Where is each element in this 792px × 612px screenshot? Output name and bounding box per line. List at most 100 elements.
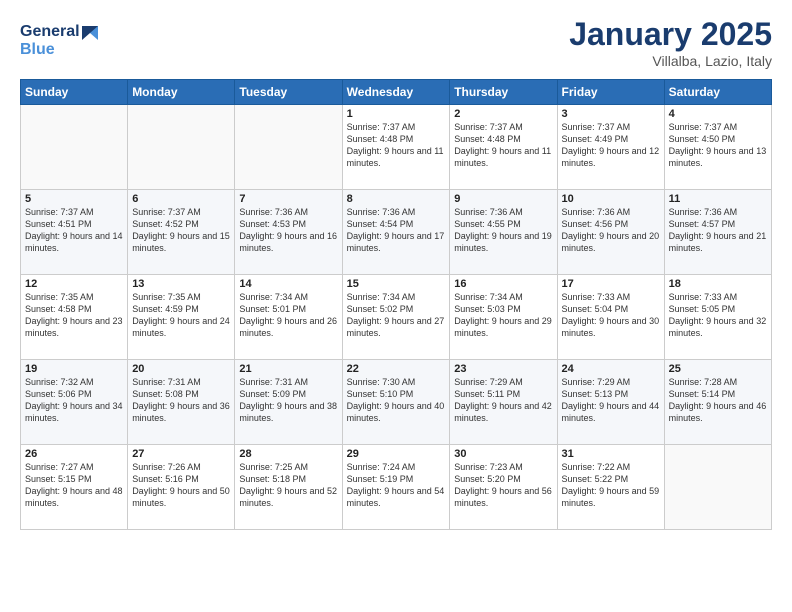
day-info: Sunrise: 7:34 AMSunset: 5:02 PMDaylight:… bbox=[347, 291, 446, 340]
calendar-cell bbox=[21, 105, 128, 190]
col-wednesday: Wednesday bbox=[342, 80, 450, 105]
calendar-cell: 1Sunrise: 7:37 AMSunset: 4:48 PMDaylight… bbox=[342, 105, 450, 190]
day-info: Sunrise: 7:33 AMSunset: 5:04 PMDaylight:… bbox=[562, 291, 660, 340]
day-number: 3 bbox=[562, 108, 660, 120]
day-number: 16 bbox=[454, 278, 552, 290]
day-number: 14 bbox=[239, 278, 337, 290]
day-number: 29 bbox=[347, 448, 446, 460]
day-info: Sunrise: 7:32 AMSunset: 5:06 PMDaylight:… bbox=[25, 376, 123, 425]
day-info: Sunrise: 7:36 AMSunset: 4:56 PMDaylight:… bbox=[562, 206, 660, 255]
day-info: Sunrise: 7:37 AMSunset: 4:48 PMDaylight:… bbox=[347, 121, 446, 170]
calendar-cell: 7Sunrise: 7:36 AMSunset: 4:53 PMDaylight… bbox=[235, 190, 342, 275]
day-info: Sunrise: 7:33 AMSunset: 5:05 PMDaylight:… bbox=[669, 291, 767, 340]
location: Villalba, Lazio, Italy bbox=[569, 53, 772, 69]
day-info: Sunrise: 7:37 AMSunset: 4:49 PMDaylight:… bbox=[562, 121, 660, 170]
month-title: January 2025 bbox=[569, 16, 772, 53]
day-number: 24 bbox=[562, 363, 660, 375]
day-number: 5 bbox=[25, 193, 123, 205]
calendar-table: Sunday Monday Tuesday Wednesday Thursday… bbox=[20, 79, 772, 530]
calendar-cell: 29Sunrise: 7:24 AMSunset: 5:19 PMDayligh… bbox=[342, 445, 450, 530]
col-friday: Friday bbox=[557, 80, 664, 105]
day-number: 7 bbox=[239, 193, 337, 205]
calendar-week-3: 12Sunrise: 7:35 AMSunset: 4:58 PMDayligh… bbox=[21, 275, 772, 360]
day-info: Sunrise: 7:34 AMSunset: 5:01 PMDaylight:… bbox=[239, 291, 337, 340]
day-number: 17 bbox=[562, 278, 660, 290]
day-number: 31 bbox=[562, 448, 660, 460]
calendar-cell: 3Sunrise: 7:37 AMSunset: 4:49 PMDaylight… bbox=[557, 105, 664, 190]
day-info: Sunrise: 7:29 AMSunset: 5:11 PMDaylight:… bbox=[454, 376, 552, 425]
day-info: Sunrise: 7:36 AMSunset: 4:57 PMDaylight:… bbox=[669, 206, 767, 255]
calendar-cell: 5Sunrise: 7:37 AMSunset: 4:51 PMDaylight… bbox=[21, 190, 128, 275]
calendar-cell: 28Sunrise: 7:25 AMSunset: 5:18 PMDayligh… bbox=[235, 445, 342, 530]
calendar-cell: 20Sunrise: 7:31 AMSunset: 5:08 PMDayligh… bbox=[128, 360, 235, 445]
calendar-cell: 22Sunrise: 7:30 AMSunset: 5:10 PMDayligh… bbox=[342, 360, 450, 445]
day-number: 1 bbox=[347, 108, 446, 120]
calendar-cell: 25Sunrise: 7:28 AMSunset: 5:14 PMDayligh… bbox=[664, 360, 771, 445]
day-info: Sunrise: 7:23 AMSunset: 5:20 PMDaylight:… bbox=[454, 461, 552, 510]
calendar-cell: 2Sunrise: 7:37 AMSunset: 4:48 PMDaylight… bbox=[450, 105, 557, 190]
calendar-week-1: 1Sunrise: 7:37 AMSunset: 4:48 PMDaylight… bbox=[21, 105, 772, 190]
calendar-cell bbox=[128, 105, 235, 190]
day-info: Sunrise: 7:29 AMSunset: 5:13 PMDaylight:… bbox=[562, 376, 660, 425]
calendar-cell: 17Sunrise: 7:33 AMSunset: 5:04 PMDayligh… bbox=[557, 275, 664, 360]
calendar-cell: 31Sunrise: 7:22 AMSunset: 5:22 PMDayligh… bbox=[557, 445, 664, 530]
day-info: Sunrise: 7:37 AMSunset: 4:50 PMDaylight:… bbox=[669, 121, 767, 170]
header-row: Sunday Monday Tuesday Wednesday Thursday… bbox=[21, 80, 772, 105]
header: General Blue January 2025 Villalba, Lazi… bbox=[20, 16, 772, 69]
calendar-cell: 11Sunrise: 7:36 AMSunset: 4:57 PMDayligh… bbox=[664, 190, 771, 275]
day-number: 21 bbox=[239, 363, 337, 375]
day-number: 15 bbox=[347, 278, 446, 290]
calendar-cell: 21Sunrise: 7:31 AMSunset: 5:09 PMDayligh… bbox=[235, 360, 342, 445]
day-number: 22 bbox=[347, 363, 446, 375]
calendar-cell: 14Sunrise: 7:34 AMSunset: 5:01 PMDayligh… bbox=[235, 275, 342, 360]
day-number: 25 bbox=[669, 363, 767, 375]
calendar-cell: 6Sunrise: 7:37 AMSunset: 4:52 PMDaylight… bbox=[128, 190, 235, 275]
calendar-cell: 24Sunrise: 7:29 AMSunset: 5:13 PMDayligh… bbox=[557, 360, 664, 445]
calendar-week-2: 5Sunrise: 7:37 AMSunset: 4:51 PMDaylight… bbox=[21, 190, 772, 275]
col-monday: Monday bbox=[128, 80, 235, 105]
day-info: Sunrise: 7:24 AMSunset: 5:19 PMDaylight:… bbox=[347, 461, 446, 510]
day-number: 11 bbox=[669, 193, 767, 205]
day-number: 4 bbox=[669, 108, 767, 120]
day-info: Sunrise: 7:26 AMSunset: 5:16 PMDaylight:… bbox=[132, 461, 230, 510]
day-info: Sunrise: 7:28 AMSunset: 5:14 PMDaylight:… bbox=[669, 376, 767, 425]
day-number: 27 bbox=[132, 448, 230, 460]
svg-text:General: General bbox=[20, 23, 80, 40]
calendar-cell: 27Sunrise: 7:26 AMSunset: 5:16 PMDayligh… bbox=[128, 445, 235, 530]
day-number: 2 bbox=[454, 108, 552, 120]
day-info: Sunrise: 7:27 AMSunset: 5:15 PMDaylight:… bbox=[25, 461, 123, 510]
day-info: Sunrise: 7:35 AMSunset: 4:59 PMDaylight:… bbox=[132, 291, 230, 340]
calendar-cell: 16Sunrise: 7:34 AMSunset: 5:03 PMDayligh… bbox=[450, 275, 557, 360]
col-sunday: Sunday bbox=[21, 80, 128, 105]
day-number: 13 bbox=[132, 278, 230, 290]
day-info: Sunrise: 7:25 AMSunset: 5:18 PMDaylight:… bbox=[239, 461, 337, 510]
day-info: Sunrise: 7:34 AMSunset: 5:03 PMDaylight:… bbox=[454, 291, 552, 340]
day-info: Sunrise: 7:31 AMSunset: 5:09 PMDaylight:… bbox=[239, 376, 337, 425]
day-number: 30 bbox=[454, 448, 552, 460]
day-number: 18 bbox=[669, 278, 767, 290]
col-tuesday: Tuesday bbox=[235, 80, 342, 105]
calendar-cell bbox=[235, 105, 342, 190]
calendar-cell bbox=[664, 445, 771, 530]
day-info: Sunrise: 7:30 AMSunset: 5:10 PMDaylight:… bbox=[347, 376, 446, 425]
calendar-cell: 9Sunrise: 7:36 AMSunset: 4:55 PMDaylight… bbox=[450, 190, 557, 275]
day-info: Sunrise: 7:36 AMSunset: 4:55 PMDaylight:… bbox=[454, 206, 552, 255]
day-info: Sunrise: 7:37 AMSunset: 4:51 PMDaylight:… bbox=[25, 206, 123, 255]
calendar-week-4: 19Sunrise: 7:32 AMSunset: 5:06 PMDayligh… bbox=[21, 360, 772, 445]
calendar-cell: 13Sunrise: 7:35 AMSunset: 4:59 PMDayligh… bbox=[128, 275, 235, 360]
day-info: Sunrise: 7:37 AMSunset: 4:48 PMDaylight:… bbox=[454, 121, 552, 170]
day-number: 6 bbox=[132, 193, 230, 205]
calendar-week-5: 26Sunrise: 7:27 AMSunset: 5:15 PMDayligh… bbox=[21, 445, 772, 530]
calendar-cell: 10Sunrise: 7:36 AMSunset: 4:56 PMDayligh… bbox=[557, 190, 664, 275]
calendar-cell: 18Sunrise: 7:33 AMSunset: 5:05 PMDayligh… bbox=[664, 275, 771, 360]
calendar-cell: 19Sunrise: 7:32 AMSunset: 5:06 PMDayligh… bbox=[21, 360, 128, 445]
day-number: 20 bbox=[132, 363, 230, 375]
calendar-cell: 26Sunrise: 7:27 AMSunset: 5:15 PMDayligh… bbox=[21, 445, 128, 530]
col-saturday: Saturday bbox=[664, 80, 771, 105]
calendar-cell: 12Sunrise: 7:35 AMSunset: 4:58 PMDayligh… bbox=[21, 275, 128, 360]
day-info: Sunrise: 7:35 AMSunset: 4:58 PMDaylight:… bbox=[25, 291, 123, 340]
col-thursday: Thursday bbox=[450, 80, 557, 105]
calendar-cell: 15Sunrise: 7:34 AMSunset: 5:02 PMDayligh… bbox=[342, 275, 450, 360]
day-number: 12 bbox=[25, 278, 123, 290]
svg-text:Blue: Blue bbox=[20, 41, 55, 58]
